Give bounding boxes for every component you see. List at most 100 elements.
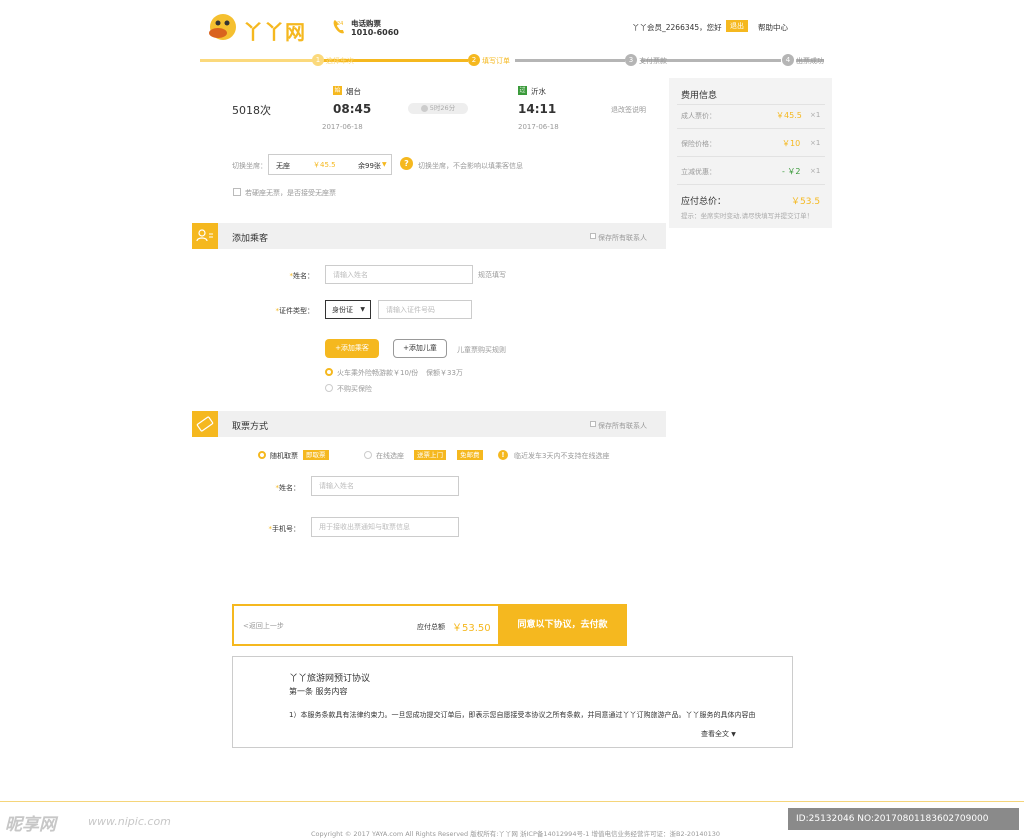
step-2-label: 填写订单 bbox=[482, 57, 510, 65]
phone-24h-icon: 24 bbox=[333, 20, 344, 34]
discount-qty: ×1 bbox=[810, 167, 821, 175]
pickup-name-input[interactable]: 请输入姓名 bbox=[311, 476, 459, 496]
duck-logo-icon bbox=[209, 14, 236, 40]
random-pickup-label: 随机取票 bbox=[270, 452, 298, 460]
divider bbox=[677, 104, 825, 105]
adult-fare-label: 成人票价： bbox=[681, 112, 716, 120]
agreement-subtitle: 第一条 服务内容 bbox=[289, 687, 348, 696]
refund-change-link[interactable]: 退改签说明 bbox=[611, 105, 646, 115]
pickup-phone-input[interactable]: 用于接收出票通知与取票信息 bbox=[311, 517, 459, 537]
save-all-contacts-checkbox[interactable] bbox=[590, 233, 596, 239]
help-question-icon[interactable]: ? bbox=[400, 157, 413, 170]
insurance-price-qty: ×1 bbox=[810, 139, 821, 147]
online-seat-radio[interactable] bbox=[364, 451, 372, 459]
arrival-station: 沂水 bbox=[531, 87, 546, 96]
step-3-number: 3 bbox=[625, 54, 637, 66]
id-type-label: *证件类型： bbox=[275, 307, 315, 315]
adult-fare-value: ￥45.5 bbox=[776, 111, 802, 120]
step-1-number: 1 bbox=[312, 54, 324, 66]
back-link[interactable]: <返回上一步 bbox=[243, 621, 284, 631]
seat-price: ￥45.5 bbox=[313, 161, 336, 169]
save-all-contacts-label: 保存所有联系人 bbox=[598, 422, 647, 430]
child-ticket-rules-link[interactable]: 儿童票购买规则 bbox=[457, 345, 506, 355]
pay-total-label: 应付总额 bbox=[417, 623, 445, 631]
no-insurance-radio[interactable] bbox=[325, 384, 333, 392]
seat-remaining: 余99张 bbox=[358, 162, 381, 170]
help-center-link[interactable]: 帮助中心 bbox=[758, 22, 788, 33]
save-all-contacts-label: 保存所有联系人 bbox=[598, 234, 647, 242]
member-greeting: 丫丫会员_2266345，您好 bbox=[632, 23, 722, 32]
watermark-url: www.nipic.com bbox=[88, 815, 171, 828]
pass-station-icon: 过 bbox=[518, 86, 527, 95]
chevron-down-icon: ▼ bbox=[360, 306, 365, 313]
insurance-price-value: ￥10 bbox=[782, 139, 801, 148]
footer-divider bbox=[0, 801, 1024, 802]
step-3-label: 支付票款 bbox=[639, 57, 667, 65]
pickup-section-title: 取票方式 bbox=[232, 422, 269, 432]
chevron-down-icon: ▼ bbox=[731, 731, 736, 738]
total-price-value: ￥53.5 bbox=[791, 197, 821, 207]
step-2-number: 2 bbox=[468, 54, 480, 66]
seat-type: 无座 bbox=[276, 162, 290, 170]
progress-segment-todo bbox=[515, 59, 625, 62]
user-list-icon bbox=[196, 229, 213, 242]
insurance-radio[interactable] bbox=[325, 368, 333, 376]
passenger-name-input[interactable]: 请输入姓名 bbox=[325, 265, 473, 284]
total-price-label: 应付总价： bbox=[681, 197, 727, 207]
passenger-section-icon-box bbox=[192, 223, 218, 249]
name-format-hint[interactable]: 规范填写 bbox=[478, 270, 506, 280]
no-insurance-label: 不购买保险 bbox=[337, 385, 372, 393]
delivery-tag: 送票上门 bbox=[414, 450, 446, 460]
discount-label: 立减优惠： bbox=[681, 168, 716, 176]
departure-station: 烟台 bbox=[346, 87, 361, 96]
chevron-down-icon: ▼ bbox=[382, 161, 387, 168]
ticket-icon bbox=[196, 416, 214, 432]
departure-time: 08:45 bbox=[333, 102, 372, 116]
view-full-agreement-link[interactable]: 查看全文 ▼ bbox=[701, 729, 736, 739]
copyright: Copyright © 2017 YAYA.com All Rights Res… bbox=[311, 830, 721, 838]
adult-fare-qty: ×1 bbox=[810, 111, 821, 119]
instant-pickup-tag: 即取票 bbox=[303, 450, 329, 460]
step-4-label: 出票成功 bbox=[796, 57, 824, 65]
clock-icon bbox=[420, 104, 428, 112]
travel-duration: 5时26分 bbox=[408, 103, 468, 114]
progress-segment-done bbox=[200, 59, 316, 62]
step-1-label: 选择车次 bbox=[326, 57, 354, 65]
duration-text: 5时26分 bbox=[429, 104, 456, 112]
pay-total-value: ￥53.50 bbox=[452, 623, 491, 634]
online-seat-warning: 临近发车3天内不支持在线选座 bbox=[514, 452, 610, 460]
fee-tip: 提示：坐席实时变动,请尽快填写并提交订单！ bbox=[681, 212, 814, 220]
pickup-phone-label: *手机号： bbox=[268, 525, 301, 533]
site-logo-text[interactable]: 丫丫网 bbox=[243, 16, 306, 45]
insurance-price-label: 保险价格： bbox=[681, 140, 716, 148]
save-all-contacts-checkbox[interactable] bbox=[590, 421, 596, 427]
random-pickup-radio[interactable] bbox=[258, 451, 266, 459]
logout-button[interactable]: 退出 bbox=[726, 20, 748, 32]
passenger-name-label: *姓名： bbox=[289, 272, 315, 280]
watermark-logo: 昵享网 bbox=[5, 815, 56, 835]
id-type-select[interactable]: 身份证 ▼ bbox=[325, 300, 371, 319]
divider bbox=[677, 128, 825, 129]
add-passenger-button[interactable]: +添加乘客 bbox=[325, 339, 379, 358]
no-seat-accept-checkbox[interactable] bbox=[233, 188, 241, 196]
arrival-date: 2017-06-18 bbox=[518, 123, 559, 131]
no-seat-accept-label: 若硬座无票，是否接受无座票 bbox=[245, 189, 336, 197]
passenger-section-title: 添加乘客 bbox=[232, 234, 269, 244]
add-child-button[interactable]: +添加儿童 bbox=[393, 339, 447, 358]
id-type-value: 身份证 bbox=[332, 305, 353, 314]
arrival-time: 14:11 bbox=[518, 102, 557, 116]
seat-switch-label: 切换坐席： bbox=[232, 162, 267, 170]
pickup-name-label: *姓名： bbox=[275, 484, 301, 492]
departure-date: 2017-06-18 bbox=[322, 123, 363, 131]
divider bbox=[677, 156, 825, 157]
watermark-id: ID:25132046 NO:20170801183602709000 bbox=[788, 808, 1019, 830]
seat-select[interactable]: 无座 ￥45.5 余99张 ▼ bbox=[268, 154, 392, 175]
free-shipping-tag: 免邮费 bbox=[457, 450, 483, 460]
warning-icon: ! bbox=[498, 450, 508, 460]
seat-switch-tip: 切换坐席，不会影响以填乘客信息 bbox=[418, 162, 523, 170]
agree-and-pay-button[interactable]: 同意以下协议，去付款 bbox=[498, 604, 627, 646]
agreement-text: 1）本服务条款具有法律约束力。一旦您成功提交订单后，即表示您自愿接受本协议之所有… bbox=[289, 711, 756, 719]
start-station-icon: 始 bbox=[333, 86, 342, 95]
id-number-input[interactable]: 请输入证件号码 bbox=[378, 300, 472, 319]
fee-title: 费用信息 bbox=[681, 91, 718, 101]
